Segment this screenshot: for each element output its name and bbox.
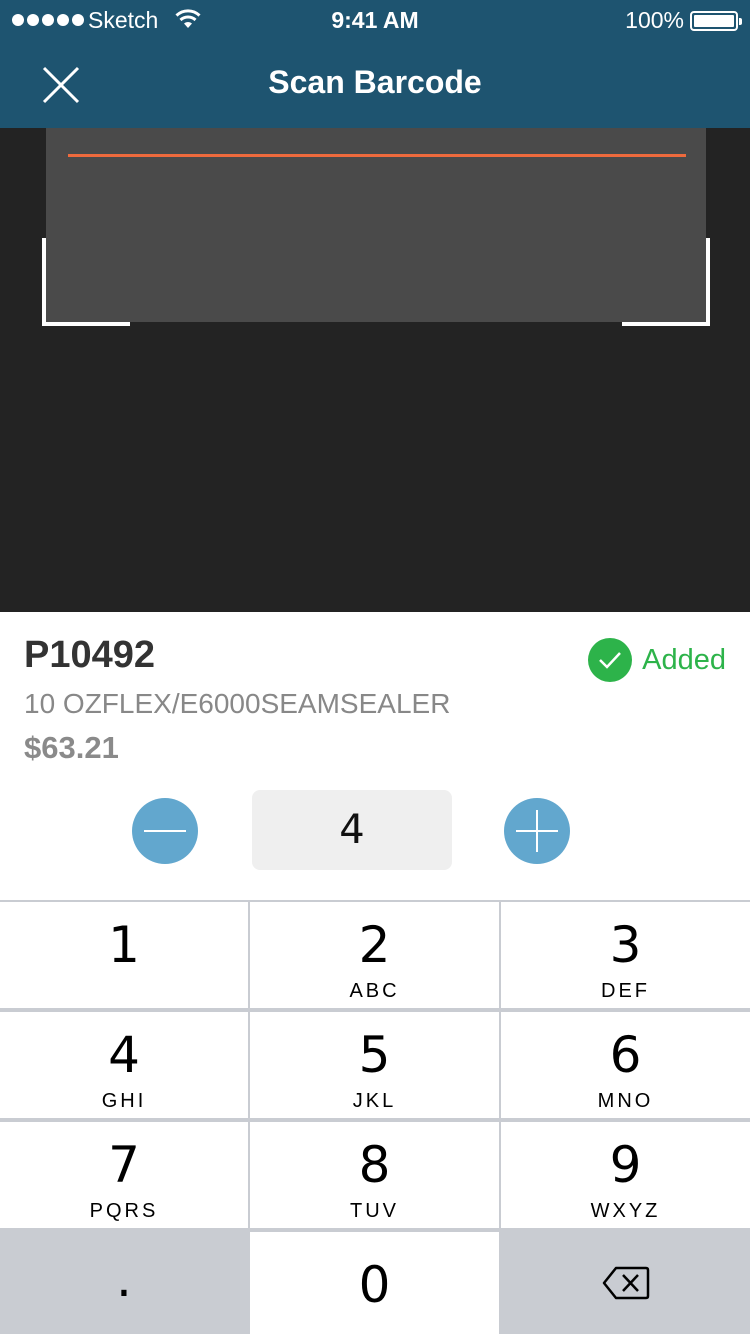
key-4[interactable]: 4 GHI [0, 1012, 248, 1118]
scan-corner-right [622, 238, 710, 326]
scan-area [46, 128, 706, 322]
key-decimal[interactable]: . [0, 1232, 248, 1334]
status-bar: Sketch 9:41 AM 100% [0, 0, 750, 40]
key-digit: 3 [609, 916, 642, 974]
key-6[interactable]: 6 MNO [501, 1012, 750, 1118]
key-letters: JKL [352, 1090, 397, 1112]
key-digit: 6 [609, 1026, 642, 1084]
key-letters: PQRS [89, 1200, 159, 1222]
key-letters: MNO [597, 1090, 654, 1112]
key-digit: 0 [358, 1256, 391, 1314]
key-digit: 1 [108, 916, 140, 974]
key-digit: 5 [358, 1026, 391, 1084]
check-icon [588, 638, 633, 682]
key-8[interactable]: 8 TUV [250, 1122, 499, 1228]
added-status: Added [588, 638, 726, 682]
key-letters: GHI [101, 1090, 147, 1112]
backspace-key[interactable] [501, 1232, 750, 1334]
key-letters: ABC [349, 980, 400, 1002]
product-panel: P10492 10 OZFLEX/E6000SEAMSEALER $63.21 … [0, 612, 750, 900]
header: Sketch 9:41 AM 100% Scan Barcode [0, 0, 750, 128]
key-3[interactable]: 3 DEF [501, 902, 750, 1008]
key-0[interactable]: 0 [250, 1232, 499, 1334]
key-digit: 7 [108, 1136, 140, 1194]
key-letters: WXYZ [590, 1200, 661, 1222]
decrease-quantity-button[interactable] [132, 798, 198, 864]
scan-line [68, 154, 686, 157]
key-1[interactable]: 1 [0, 902, 248, 1008]
minus-icon [144, 830, 186, 832]
added-label: Added [642, 643, 726, 676]
numeric-keypad: 1 2 ABC 3 DEF 4 GHI 5 JKL 6 MNO 7 PQRS 8… [0, 900, 750, 1334]
key-9[interactable]: 9 WXYZ [501, 1122, 750, 1228]
plus-icon [516, 810, 558, 852]
key-digit: 2 [358, 916, 391, 974]
key-7[interactable]: 7 PQRS [0, 1122, 248, 1228]
key-2[interactable]: 2 ABC [250, 902, 499, 1008]
key-digit: 8 [358, 1136, 391, 1194]
key-letters: DEF [601, 980, 650, 1002]
key-digit: 9 [609, 1136, 642, 1194]
quantity-field[interactable]: 4 [252, 790, 452, 870]
backspace-icon [602, 1266, 649, 1300]
product-description: 10 OZFLEX/E6000SEAMSEALER [24, 688, 451, 719]
key-letters: TUV [350, 1200, 399, 1222]
key-digit: 4 [108, 1026, 140, 1084]
camera-viewfinder [0, 128, 750, 612]
battery-percent: 100% [625, 7, 684, 33]
battery-icon [690, 11, 742, 31]
page-title: Scan Barcode [268, 64, 482, 100]
increase-quantity-button[interactable] [504, 798, 570, 864]
product-sku: P10492 [24, 634, 156, 676]
product-price: $63.21 [24, 730, 119, 765]
key-digit: . [116, 1250, 132, 1308]
scan-corner-left [42, 238, 130, 326]
key-5[interactable]: 5 JKL [250, 1012, 499, 1118]
